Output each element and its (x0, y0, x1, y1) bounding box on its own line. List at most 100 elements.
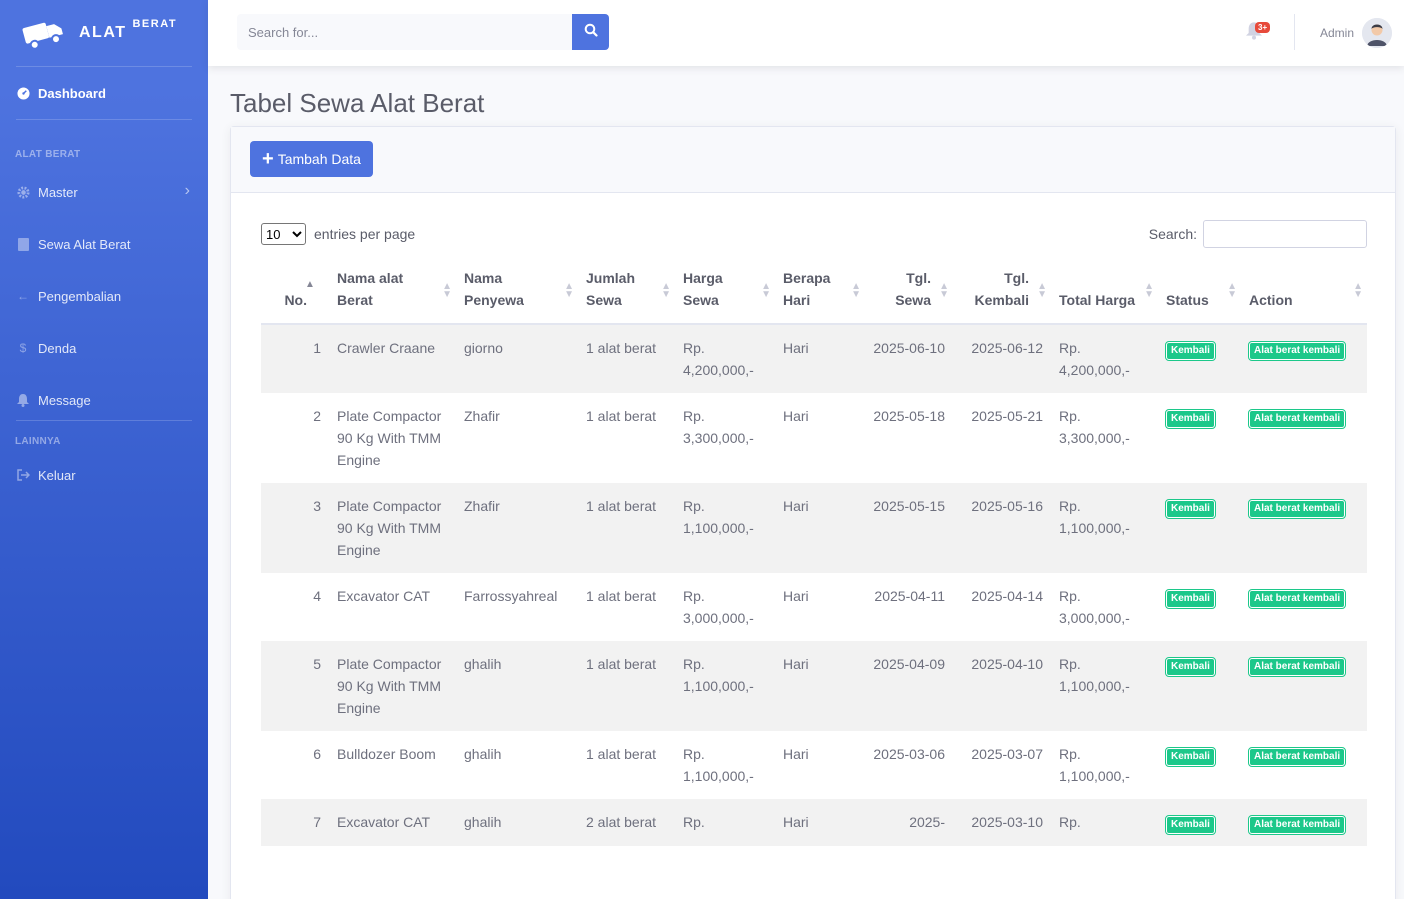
column-header[interactable]: Jumlah Sewa ▲ ▼ (578, 255, 675, 325)
cell-no: 2 (261, 393, 329, 483)
cell-tgl-kembali: 2025-03-10 (953, 799, 1051, 846)
sort-icon: ▲ ▼ (1037, 281, 1047, 300)
cell-status: Kembali (1158, 393, 1241, 483)
tachometer-icon (16, 86, 30, 100)
sidebar-item-label: Keluar (38, 467, 76, 483)
cell-alat: Excavator CAT (329, 573, 456, 641)
column-header[interactable]: Harga Sewa ▲ ▼ (675, 255, 775, 325)
column-header-label: No. (284, 292, 307, 308)
column-header-label: Tgl. Sewa (895, 270, 931, 308)
action-badge[interactable]: Alat berat kembali (1247, 341, 1347, 361)
gear-icon (16, 185, 30, 199)
cell-tgl-sewa: 2025-05-18 (865, 393, 953, 483)
cell-total: Rp. 1,100,000,- (1051, 483, 1158, 573)
cell-text: Rp. (1059, 814, 1081, 830)
cell-tgl-kembali: 2025-04-14 (953, 573, 1051, 641)
sidebar-item-keluar[interactable]: Keluar (0, 449, 208, 501)
cell-total: Rp. 3,000,000,- (1051, 573, 1158, 641)
dollar-icon: $ (19, 341, 27, 355)
cell-text: Rp. 1,100,000,- (1059, 746, 1130, 784)
cell-penyewa: Zhafir (456, 483, 578, 573)
cell-alat: Plate Compactor 90 Kg With TMM Engine (329, 483, 456, 573)
cell-text: 1 alat berat (586, 340, 657, 356)
sidebar-item-label: Pengembalian (38, 288, 122, 304)
table-search-input[interactable] (1203, 220, 1367, 248)
cell-total: Rp. 4,200,000,- (1051, 324, 1158, 393)
cell-jumlah: 1 alat berat (578, 324, 675, 393)
search-input[interactable] (237, 14, 572, 50)
notification-badge: 3+ (1255, 22, 1271, 33)
action-badge[interactable]: Alat berat kembali (1247, 815, 1347, 835)
cell-text: 1 alat berat (586, 588, 657, 604)
column-header[interactable]: Nama alat Berat ▲ ▼ (329, 255, 456, 325)
chevron-right-icon: › (184, 182, 190, 199)
table-row: 5 Plate Compactor 90 Kg With TMM Engine gh… (261, 641, 1367, 731)
brand-sup: BERAT (132, 18, 178, 30)
cell-text: Zhafir (464, 408, 500, 424)
user-name[interactable]: Admin (1320, 26, 1354, 40)
cell-alat: Bulldozer Boom (329, 731, 456, 799)
add-data-button[interactable]: + Tambah Data (250, 141, 373, 177)
avatar[interactable] (1362, 18, 1392, 48)
column-header[interactable]: Berapa Hari ▲ ▼ (775, 255, 865, 325)
cell-hari: Hari (775, 731, 865, 799)
column-header[interactable]: No. ▲ (261, 255, 329, 325)
cell-alat: Plate Compactor 90 Kg With TMM Engine (329, 393, 456, 483)
cell-text: 1 alat berat (586, 656, 657, 672)
brand[interactable]: ALAT BERAT (0, 0, 208, 66)
action-badge[interactable]: Alat berat kembali (1247, 657, 1347, 677)
cell-hari: Hari (775, 573, 865, 641)
sidebar-item-denda[interactable]: $ Denda (0, 322, 208, 374)
cell-harga: Rp. 1,100,000,- (675, 483, 775, 573)
cell-text: Hari (783, 408, 809, 424)
sort-icon: ▲ ▼ (564, 281, 574, 300)
sidebar-item-dashboard[interactable]: Dashboard (0, 67, 208, 119)
column-header[interactable]: Tgl. Sewa ▲ ▼ (865, 255, 953, 325)
action-badge[interactable]: Alat berat kembali (1247, 747, 1347, 767)
status-badge: Kembali (1165, 815, 1216, 835)
entries-select[interactable]: 10 (261, 223, 306, 245)
plus-icon: + (262, 148, 274, 170)
column-header-label: Berapa Hari (783, 270, 831, 308)
cell-text: Plate Compactor 90 Kg With TMM Engine (337, 498, 442, 558)
cell-status: Kembali (1158, 731, 1241, 799)
cell-text: Hari (783, 746, 809, 762)
sidebar-item-sewa-alat-berat[interactable]: Sewa Alat Berat (0, 218, 208, 270)
status-badge: Kembali (1165, 747, 1216, 767)
sidebar-item-pengembalian[interactable]: ← Pengembalian (0, 270, 208, 322)
action-badge[interactable]: Alat berat kembali (1247, 589, 1347, 609)
status-badge: Kembali (1165, 589, 1216, 609)
sort-icon: ▲ ▼ (1353, 281, 1363, 300)
table-search-label: Search: (1148, 226, 1197, 242)
cell-status: Kembali (1158, 641, 1241, 731)
cell-action: Alat berat kembali (1241, 483, 1367, 573)
cell-text: 2025-04-11 (874, 588, 945, 604)
action-badge[interactable]: Alat berat kembali (1247, 409, 1347, 429)
search-button[interactable] (572, 14, 609, 50)
cell-text: 1 (313, 340, 321, 356)
cell-status: Kembali (1158, 324, 1241, 393)
sidebar-item-label: Dashboard (38, 85, 106, 101)
add-data-label: Tambah Data (277, 151, 361, 167)
column-header[interactable]: Tgl. Kembali ▲ ▼ (953, 255, 1051, 325)
cell-hari: Hari (775, 393, 865, 483)
status-badge: Kembali (1165, 341, 1216, 361)
column-header[interactable]: Action ▲ ▼ (1241, 255, 1367, 325)
cell-text: Hari (783, 814, 809, 830)
column-header-label: Jumlah Sewa (586, 270, 636, 308)
cell-jumlah: 1 alat berat (578, 641, 675, 731)
sidebar-item-master[interactable]: Master › (0, 166, 208, 218)
column-header[interactable]: Nama Penyewa ▲ ▼ (456, 255, 578, 325)
table-row: 6 Bulldozer Boom ghalih 1 alat berat Rp. 1,1… (261, 731, 1367, 799)
column-header[interactable]: Total Harga ▲ ▼ (1051, 255, 1158, 325)
sign-out-icon (16, 468, 30, 482)
sidebar-item-message[interactable]: Message (0, 374, 208, 426)
cell-text: Farrossyahreal (464, 588, 558, 604)
table-row: 4 Excavator CAT Farrossyahreal 1 alat berat… (261, 573, 1367, 641)
datatable-controls: 10 entries per page Search: (261, 220, 1367, 248)
status-badge: Kembali (1165, 499, 1216, 519)
column-header[interactable]: Status ▲ ▼ (1158, 255, 1241, 325)
cell-text: Hari (783, 588, 809, 604)
action-badge[interactable]: Alat berat kembali (1247, 499, 1347, 519)
cell-hari: Hari (775, 324, 865, 393)
